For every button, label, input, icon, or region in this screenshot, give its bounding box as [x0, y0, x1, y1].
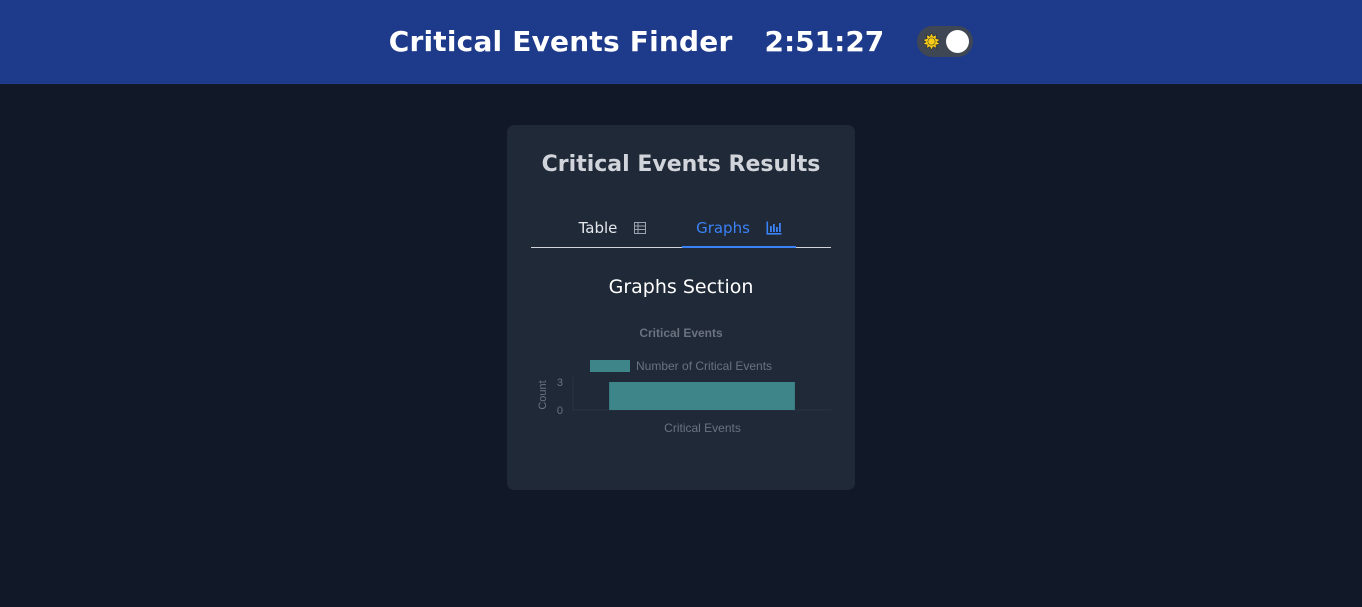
card-title: Critical Events Results [541, 152, 821, 177]
legend-swatch[interactable] [590, 360, 630, 372]
app-title: Critical Events Finder [388, 25, 733, 58]
critical-events-chart: Critical Events Number of Critical Event… [537, 326, 831, 435]
tab-graphs[interactable]: Graphs [682, 209, 796, 248]
graphs-section-title: Graphs Section [608, 276, 754, 298]
tab-table[interactable]: Table [569, 209, 657, 246]
theme-toggle[interactable] [917, 26, 974, 57]
x-axis-label: Critical Events [664, 421, 741, 435]
y-tick-label: 3 [557, 377, 563, 389]
table-icon [634, 221, 647, 234]
app-header: Critical Events Finder 2:51:27 [0, 0, 1362, 84]
y-axis-label: Count [537, 380, 549, 409]
sun-icon [923, 33, 941, 50]
tab-graphs-label: Graphs [696, 218, 750, 237]
toggle-knob[interactable] [946, 30, 970, 53]
chart-title: Critical Events [639, 326, 723, 340]
chart-bar[interactable] [609, 382, 795, 410]
tab-bar: Table Graphs [531, 209, 831, 248]
clock: 2:51:27 [764, 25, 885, 58]
tab-table-label: Table [578, 218, 618, 237]
y-tick-label: 0 [557, 405, 563, 417]
bar-chart-icon [766, 221, 782, 235]
legend-label[interactable]: Number of Critical Events [636, 359, 772, 373]
results-card: Critical Events Results Table Graphs Gra… [507, 125, 855, 490]
